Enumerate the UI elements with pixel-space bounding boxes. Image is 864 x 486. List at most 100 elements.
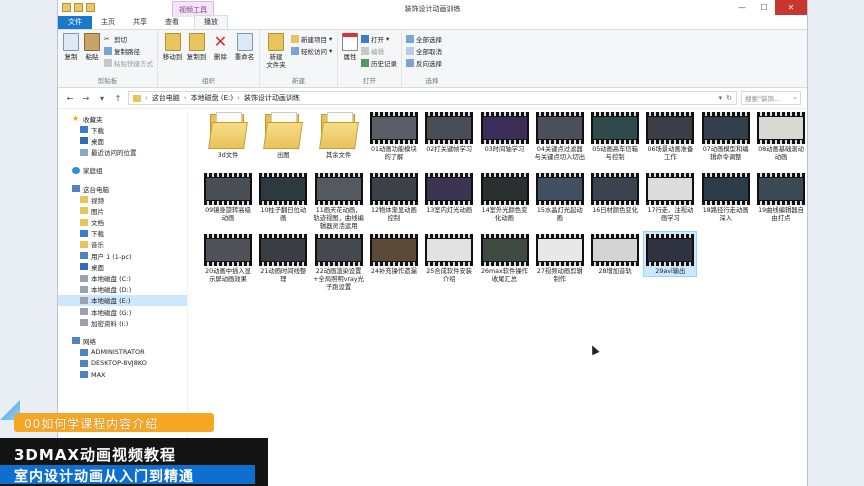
nav-item-network-pc[interactable]: ADMINISTRATOR	[58, 347, 187, 358]
edit-button[interactable]: 编辑	[361, 46, 397, 56]
nav-item-downloads-pc[interactable]: 下载	[58, 228, 187, 239]
refresh-icon[interactable]: ↻	[726, 94, 732, 102]
up-button[interactable]: ↑	[112, 92, 124, 104]
video-file-item[interactable]: 18路径行走动画深入	[700, 171, 752, 223]
back-button[interactable]: ←	[64, 92, 76, 104]
chevron-down-icon[interactable]: ▾	[719, 94, 723, 102]
video-file-item[interactable]: 16日材颜色变化	[589, 171, 641, 215]
video-file-item[interactable]: 09镜身旋转高级动画	[202, 171, 254, 223]
folder-item[interactable]: 出图	[257, 110, 309, 160]
open-button[interactable]: 打开 ▾	[361, 34, 397, 44]
video-file-item[interactable]: 14室外光颜色变化动画	[479, 171, 531, 223]
file-name-label: 3d文件	[217, 152, 239, 159]
video-file-item[interactable]: 06场景动画准备工作	[644, 110, 696, 162]
nav-favorites[interactable]: ★ 收藏夹	[58, 113, 187, 124]
nav-item-network-pc[interactable]: DESKTOP-8VJ8KO	[58, 358, 187, 369]
video-file-item[interactable]: 20动画中插入显示屏动画效果	[202, 232, 254, 284]
tab-play[interactable]: 播放	[194, 15, 228, 29]
tab-home[interactable]: 主页	[92, 16, 124, 29]
nav-item-drive-d[interactable]: 本地磁盘 (D:)	[58, 284, 187, 295]
video-file-item[interactable]: 25合成软件安装介绍	[423, 232, 475, 284]
video-file-item[interactable]: 01动画功能模块的了解	[368, 110, 420, 162]
nav-item-drive-g[interactable]: 本地磁盘 (G:)	[58, 306, 187, 317]
close-button[interactable]: ✕	[775, 0, 807, 15]
video-file-item[interactable]: 26max软件操作收尾汇总	[479, 232, 531, 284]
nav-this-pc[interactable]: 这台电脑	[58, 183, 187, 194]
easy-access-button[interactable]: 轻松访问 ▾	[291, 46, 332, 56]
video-file-item[interactable]: 22动画渲染设置+全局照明vray光子跑设置	[313, 232, 365, 292]
nav-item-desktop-pc[interactable]: 桌面	[58, 261, 187, 272]
nav-item-drive-c[interactable]: 本地磁盘 (C:)	[58, 272, 187, 283]
nav-item-pictures[interactable]: 图片	[58, 205, 187, 216]
easy-access-icon	[291, 47, 299, 55]
address-bar[interactable]: › 这台电脑 › 本地磁盘 (E:) › 装饰设计动画训练 ▾ ↻	[128, 91, 737, 105]
tab-file[interactable]: 文件	[58, 16, 92, 29]
group-label-select: 选择	[425, 77, 439, 85]
video-file-item[interactable]: 07动画模型和编辑命令调整	[700, 110, 752, 162]
paste-shortcut-button[interactable]: 粘贴快捷方式	[104, 58, 153, 68]
video-file-item[interactable]: 08动画基础滚动动画	[755, 110, 807, 162]
file-name-label: 05动画高车信箱与控制	[592, 146, 638, 161]
nav-item-recent[interactable]: 最近访问的位置	[58, 147, 187, 158]
nav-item-desktop[interactable]: 桌面	[58, 135, 187, 146]
video-file-item[interactable]: 21动画时间线整理	[257, 232, 309, 284]
nav-network[interactable]: 网络	[58, 335, 187, 346]
video-file-item[interactable]: 03时间轴学习	[479, 110, 531, 154]
properties-icon	[342, 33, 358, 51]
cut-button[interactable]: ✂ 剪切	[104, 34, 153, 44]
computer-icon	[80, 348, 88, 356]
file-name-label: 15水晶灯光起动画	[536, 207, 583, 222]
group-label-organize: 组织	[202, 77, 215, 85]
breadcrumb-item[interactable]: 装饰设计动画训练	[244, 93, 300, 103]
minimize-button[interactable]: —	[731, 0, 753, 15]
video-file-item[interactable]: 02打关键帧学习	[423, 110, 475, 154]
video-file-item[interactable]: 15水晶灯光起动画	[534, 171, 586, 223]
chevron-down-icon: ▾	[99, 93, 104, 103]
video-file-item[interactable]: 17行走、注视动画学习	[644, 171, 696, 223]
nav-item-downloads[interactable]: 下载	[58, 124, 187, 135]
history-button[interactable]: 历史记录	[361, 58, 397, 68]
video-file-item[interactable]: 10柱子翻日位动画	[257, 171, 309, 223]
forward-button[interactable]: →	[80, 92, 92, 104]
nav-item-drive-e[interactable]: 本地磁盘 (E:)	[58, 294, 187, 306]
video-file-item[interactable]: 11画天花动画，轨迹视图，曲线编辑器灵活运用	[313, 171, 365, 231]
maximize-button[interactable]: ☐	[753, 0, 775, 15]
search-input[interactable]: 搜索"装饰... ⌕	[741, 91, 801, 105]
nav-item-documents[interactable]: 文档	[58, 217, 187, 228]
nav-homegroup[interactable]: 家庭组	[58, 165, 187, 176]
video-file-item[interactable]: 29avi输出	[643, 231, 698, 277]
nav-item-user[interactable]: 用户 1 (1-pc)	[58, 250, 187, 261]
breadcrumb-item[interactable]: 本地磁盘 (E:)	[191, 93, 233, 103]
tab-view[interactable]: 查看	[156, 16, 188, 29]
breadcrumb-item[interactable]: 这台电脑	[152, 93, 180, 103]
video-thumbnail-icon	[369, 112, 418, 144]
video-thumbnail-icon	[314, 173, 363, 205]
copy-path-button[interactable]: 复制路径	[104, 46, 153, 56]
nav-item-drive-i[interactable]: 加密资料 (I:)	[58, 317, 187, 328]
video-thumbnail-icon	[480, 173, 529, 205]
recent-locations-button[interactable]: ▾	[96, 92, 108, 104]
video-thumbnail-icon	[535, 234, 584, 266]
nav-item-music[interactable]: 音乐	[58, 239, 187, 250]
nav-item-videos[interactable]: 视频	[58, 194, 187, 205]
video-file-item[interactable]: 04关键点过滤器与关键点切入切出	[534, 110, 586, 162]
select-none-button[interactable]: 全部取消	[406, 46, 442, 56]
folder-icon	[208, 110, 248, 150]
video-file-item[interactable]: 13室内灯光动画	[423, 171, 475, 215]
file-name-label: 28增加音轨	[598, 268, 632, 275]
invert-selection-button[interactable]: 反向选择	[406, 58, 442, 68]
video-file-item[interactable]: 19曲线编辑器自由打点	[755, 171, 807, 223]
video-file-item[interactable]: 12物体渐显动画控制	[368, 171, 420, 223]
new-item-button[interactable]: 新建项目 ▾	[291, 34, 332, 44]
video-file-item[interactable]: 28增加音轨	[589, 232, 641, 276]
select-all-button[interactable]: 全部选择	[406, 34, 442, 44]
video-file-item[interactable]: 05动画高车信箱与控制	[589, 110, 641, 162]
video-file-item[interactable]: 27视频动画剪辑制作	[534, 232, 586, 284]
folder-item[interactable]: 3d文件	[202, 110, 254, 160]
nav-item-network-pc[interactable]: MAX	[58, 369, 187, 380]
new-folder-icon	[268, 33, 284, 51]
ribbon: 复制 粘贴 ✂ 剪切 复制路径 粘贴快捷方式 剪贴板 移动到 复制到 ✕ 删除 …	[58, 30, 807, 88]
video-file-item[interactable]: 24补充操作遗漏	[368, 232, 420, 276]
folder-item[interactable]: 其余文件	[313, 110, 365, 160]
tab-share[interactable]: 共享	[124, 16, 156, 29]
